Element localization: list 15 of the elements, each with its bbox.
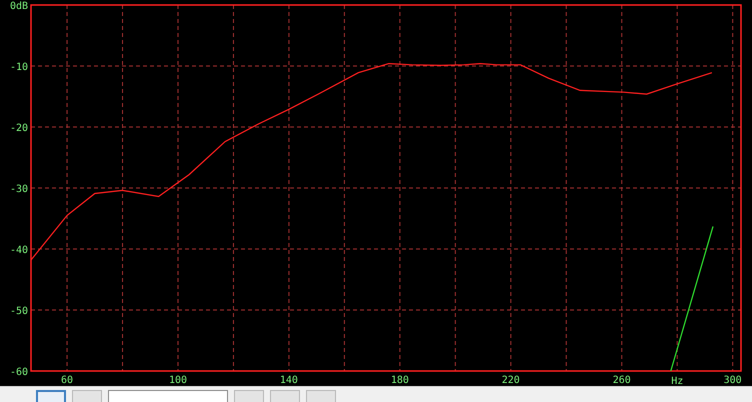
x-tick-label: 220 [502, 375, 520, 386]
x-axis-label: Hz [671, 376, 684, 386]
y-tick-label: -10 [10, 62, 28, 73]
x-tick-label: 300 [724, 375, 742, 386]
y-tick-label: -60 [10, 367, 28, 378]
x-tick-label: 180 [390, 375, 409, 386]
y-tick-label: -20 [10, 123, 28, 134]
x-tick-label: 60 [61, 375, 74, 386]
y-tick-label: -40 [10, 245, 28, 256]
y-tick-label: -50 [10, 306, 28, 317]
x-tick-label: 260 [612, 375, 631, 386]
y-tick-label: -30 [10, 184, 28, 195]
y-tick-label: 0dB [10, 1, 28, 12]
x-tick-label: 100 [168, 375, 188, 386]
x-tick-label: 140 [280, 375, 298, 386]
